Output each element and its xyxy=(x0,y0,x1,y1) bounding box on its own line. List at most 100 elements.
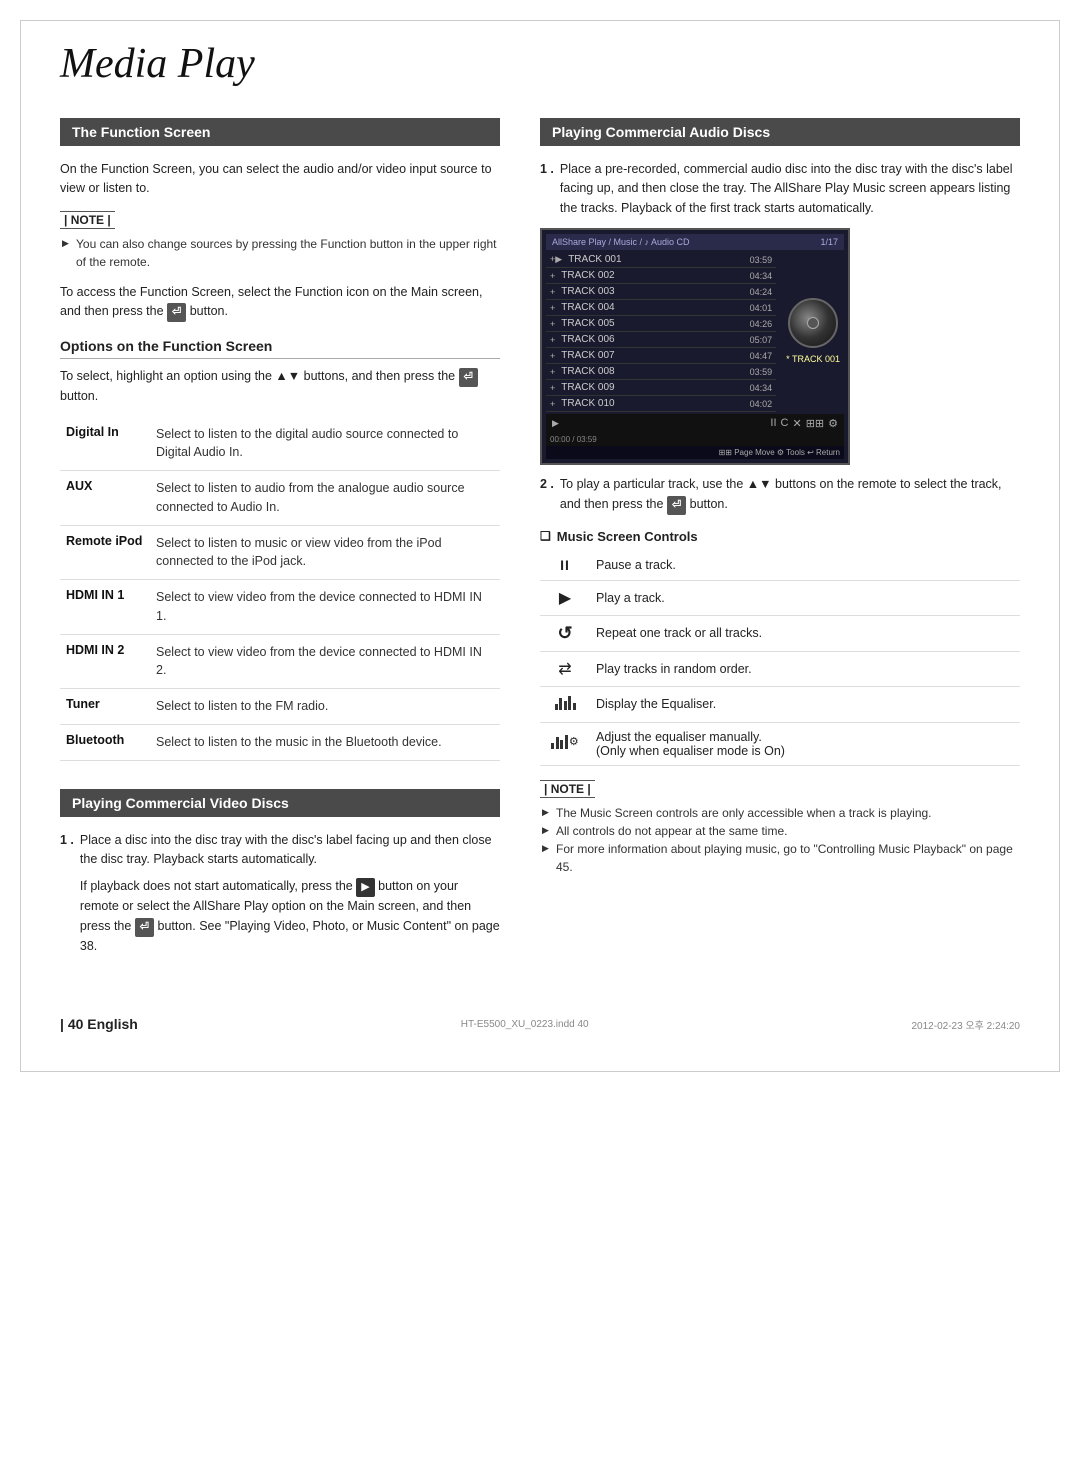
audio-step-1: 1 . Place a pre-recorded, commercial aud… xyxy=(540,160,1020,218)
function-access-text: To access the Function Screen, select th… xyxy=(60,283,500,322)
two-column-layout: The Function Screen On the Function Scre… xyxy=(60,118,1020,966)
control-symbol xyxy=(540,686,590,722)
control-desc: Repeat one track or all tracks. xyxy=(590,615,1020,651)
track-name: TRACK 009 xyxy=(561,382,749,393)
function-screen-section: The Function Screen On the Function Scre… xyxy=(60,118,500,761)
step-number-1: 1 . xyxy=(540,160,554,218)
controls-table: II Pause a track. ▶ Play a track. ↺ Repe… xyxy=(540,550,1020,766)
control-desc: Pause a track. xyxy=(590,550,1020,581)
option-desc: Select to listen to the digital audio so… xyxy=(150,417,500,471)
track-name: TRACK 010 xyxy=(561,398,749,409)
option-label: Digital In xyxy=(60,417,150,471)
audio-discs-header: Playing Commercial Audio Discs xyxy=(540,118,1020,146)
track-name: TRACK 006 xyxy=(561,334,749,345)
eq-bars-icon xyxy=(551,733,568,749)
eq-bar-8 xyxy=(560,740,563,749)
footer-date: 2012-02-23 오후 2:24:20 xyxy=(912,1017,1020,1032)
control-row-play: ▶ Play a track. xyxy=(540,580,1020,615)
track-time: 04:24 xyxy=(750,287,773,297)
step-cont: If playback does not start automatically… xyxy=(80,877,500,956)
disc-panel: * TRACK 001 xyxy=(782,252,844,412)
disc-image xyxy=(788,298,838,348)
track-row-7: + TRACK 007 04:47 xyxy=(546,348,776,364)
track-plus: + xyxy=(550,271,555,281)
track-row-8: + TRACK 008 03:59 xyxy=(546,364,776,380)
audio-discs-section: Playing Commercial Audio Discs 1 . Place… xyxy=(540,118,1020,515)
note-item-controls-3: For more information about playing music… xyxy=(540,840,1020,876)
control-desc: Play a track. xyxy=(590,580,1020,615)
track-time: 03:59 xyxy=(750,367,773,377)
option-label: Remote iPod xyxy=(60,525,150,580)
track-time: 04:02 xyxy=(750,399,773,409)
table-row: HDMI IN 1 Select to view video from the … xyxy=(60,580,500,635)
control-row-equaliser: Display the Equaliser. xyxy=(540,686,1020,722)
audio-step-2: 2 . To play a particular track, use the … xyxy=(540,475,1020,514)
control-desc: Display the Equaliser. xyxy=(590,686,1020,722)
page-number: | 40 English xyxy=(60,1016,138,1032)
control-row-shuffle: ⇄ Play tracks in random order. xyxy=(540,651,1020,686)
track-time: 04:26 xyxy=(750,319,773,329)
track-info: * TRACK 001 xyxy=(782,352,844,366)
equaliser-icon xyxy=(555,694,576,710)
option-desc: Select to listen to audio from the analo… xyxy=(150,471,500,526)
right-column: Playing Commercial Audio Discs 1 . Place… xyxy=(540,118,1020,966)
music-controls-section: Music Screen Controls II Pause a track. … xyxy=(540,529,1020,876)
left-column: The Function Screen On the Function Scre… xyxy=(60,118,500,966)
audio-step-2-text: To play a particular track, use the ▲▼ b… xyxy=(560,475,1020,514)
video-discs-section: Playing Commercial Video Discs 1 . Place… xyxy=(60,789,500,957)
play-button-icon: ▶ xyxy=(356,878,374,897)
track-name: TRACK 005 xyxy=(561,318,749,329)
track-time: 04:34 xyxy=(750,383,773,393)
table-row: Remote iPod Select to listen to music or… xyxy=(60,525,500,580)
control-symbol: ⚙ xyxy=(540,722,590,765)
table-row: Tuner Select to listen to the FM radio. xyxy=(60,689,500,725)
option-label: HDMI IN 1 xyxy=(60,580,150,635)
option-desc: Select to listen to the music in the Blu… xyxy=(150,724,500,760)
note-label: | NOTE | xyxy=(60,211,115,229)
track-name: TRACK 008 xyxy=(561,366,749,377)
close-icon[interactable]: ✕ xyxy=(792,417,801,430)
function-note-box: | NOTE | You can also change sources by … xyxy=(60,211,500,271)
playback-controls: II C ✕ ⊞⊞ ⚙ xyxy=(770,417,838,430)
eq-bar-7 xyxy=(556,737,559,749)
audio-step-1-text: Place a pre-recorded, commercial audio d… xyxy=(560,160,1020,218)
control-desc: Adjust the equaliser manually.(Only when… xyxy=(590,722,1020,765)
option-desc: Select to view video from the device con… xyxy=(150,634,500,689)
music-controls-label: Music Screen Controls xyxy=(557,529,698,544)
enter-button-icon: ⏎ xyxy=(167,303,186,322)
progress-indicator: ▶ xyxy=(552,418,559,429)
track-name: TRACK 001 xyxy=(568,254,749,265)
note-item-controls-2: All controls do not appear at the same t… xyxy=(540,822,1020,840)
equaliser-gear-icon: ⚙ xyxy=(551,733,578,749)
track-plus: + xyxy=(550,319,555,329)
track-row-6: + TRACK 006 05:07 xyxy=(546,332,776,348)
page-footer: | 40 English HT-E5500_XU_0223.indd 40 20… xyxy=(60,1006,1020,1032)
table-row: Digital In Select to listen to the digit… xyxy=(60,417,500,471)
allshare-main-panel: +▶ TRACK 001 03:59 + TRACK 002 04:34 + xyxy=(546,252,844,412)
eq-bar-6 xyxy=(551,743,554,749)
option-label: Bluetooth xyxy=(60,724,150,760)
eq-bar-1 xyxy=(555,704,558,710)
option-label: AUX xyxy=(60,471,150,526)
video-discs-header: Playing Commercial Video Discs xyxy=(60,789,500,817)
track-name: TRACK 003 xyxy=(561,286,749,297)
pause-icon[interactable]: II xyxy=(770,417,776,430)
controls-note-box: | NOTE | The Music Screen controls are o… xyxy=(540,780,1020,876)
allshare-header-left: AllShare Play / Music / ♪ Audio CD xyxy=(552,237,690,247)
track-time: 03:59 xyxy=(750,255,773,265)
table-row: Bluetooth Select to listen to the music … xyxy=(60,724,500,760)
option-desc: Select to listen to the FM radio. xyxy=(150,689,500,725)
options-heading: Options on the Function Screen xyxy=(60,338,500,359)
repeat-icon[interactable]: C xyxy=(781,417,789,430)
track-name: TRACK 004 xyxy=(561,302,749,313)
control-row-equaliser-manual: ⚙ Adjust the equaliser manually.(Only wh… xyxy=(540,722,1020,765)
time-progress: 00:00 / 03:59 xyxy=(546,433,844,446)
allshare-bottom-bar: ▶ II C ✕ ⊞⊞ ⚙ xyxy=(546,414,844,433)
eq-icon[interactable]: ⊞⊞ xyxy=(806,417,824,430)
note-item-controls-1: The Music Screen controls are only acces… xyxy=(540,804,1020,822)
step-number-2: 2 . xyxy=(540,475,554,514)
control-symbol: ⇄ xyxy=(540,651,590,686)
settings-icon[interactable]: ⚙ xyxy=(828,417,838,430)
allshare-screen: AllShare Play / Music / ♪ Audio CD 1/17 … xyxy=(540,228,850,465)
control-symbol: II xyxy=(540,550,590,581)
